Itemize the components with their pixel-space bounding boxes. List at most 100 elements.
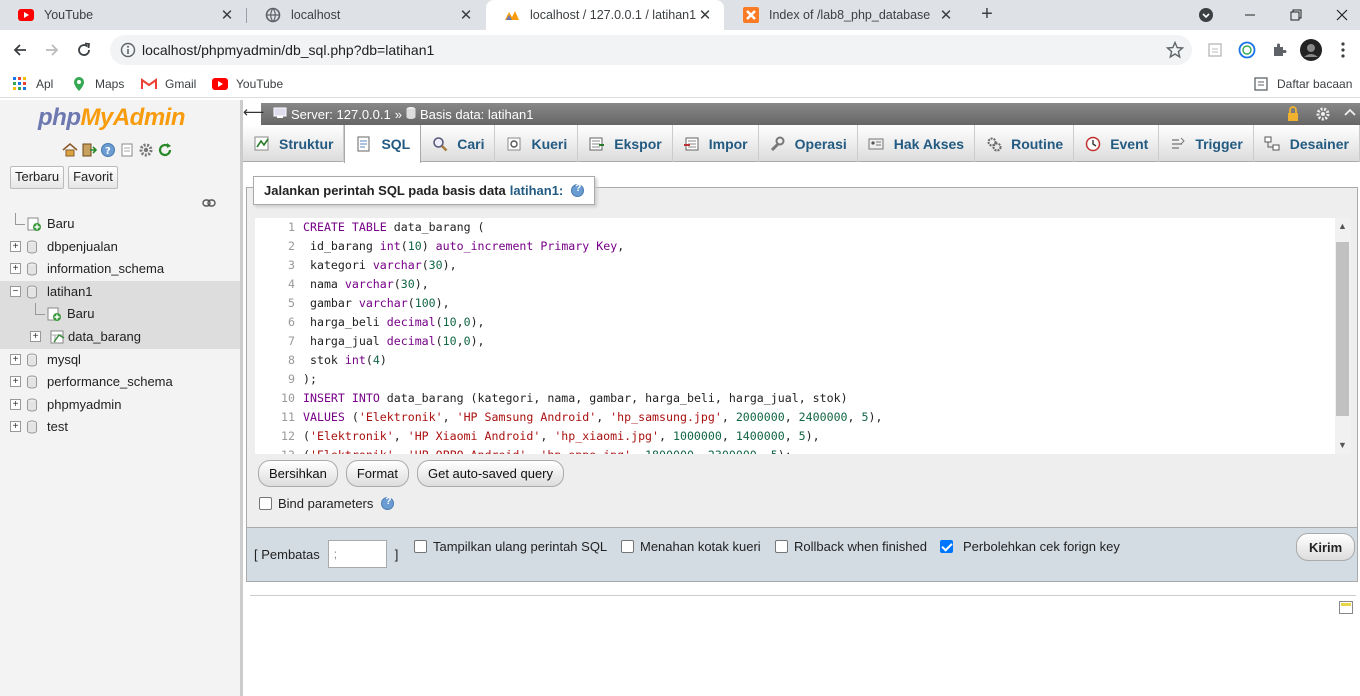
bookmark-youtube[interactable]: YouTube	[212, 74, 283, 94]
link-chain-icon[interactable]	[202, 196, 216, 207]
breadcrumb-server[interactable]: Server: 127.0.0.1	[291, 107, 391, 122]
panel-resizer[interactable]	[240, 100, 243, 696]
show-query-checkbox[interactable]	[414, 540, 427, 553]
tree-node-Baru[interactable]: Baru	[0, 213, 240, 236]
format-button[interactable]: Format	[345, 460, 409, 487]
expand-icon[interactable]: +	[10, 263, 21, 275]
scrollbar-thumb[interactable]	[1336, 242, 1349, 416]
tab-routine[interactable]: Routine	[975, 125, 1075, 162]
logout-icon[interactable]	[81, 142, 98, 158]
collapse-nav-button[interactable]: ⟵	[243, 103, 265, 125]
tab-sql[interactable]: SQL	[344, 125, 422, 163]
tab-trigger[interactable]: Trigger	[1159, 125, 1254, 162]
tree-node-dbpenjualan[interactable]: + dbpenjualan	[0, 236, 240, 259]
forward-button[interactable]	[40, 38, 64, 62]
code-line[interactable]: 8 stok int(4)	[288, 351, 1331, 370]
help-icon[interactable]: ?	[100, 142, 116, 158]
extension-doc-icon[interactable]	[1203, 38, 1227, 62]
expand-icon[interactable]: +	[10, 398, 21, 410]
close-tab-icon[interactable]: ✕	[218, 6, 236, 24]
help-icon[interactable]	[381, 496, 395, 510]
submit-button[interactable]: Kirim	[1296, 533, 1356, 561]
page-settings-gear-icon[interactable]	[1315, 106, 1331, 125]
tab-event[interactable]: Event	[1074, 125, 1160, 162]
reading-list-button[interactable]: Daftar bacaan	[1253, 74, 1352, 94]
docs-icon[interactable]	[119, 142, 135, 158]
scroll-down-arrow-icon[interactable]: ▼	[1338, 440, 1347, 450]
retain-query-box-checkbox[interactable]	[621, 540, 634, 553]
tab-index-lab8[interactable]: Index of /lab8_php_database ✕	[725, 0, 965, 30]
tab-phpmyadmin[interactable]: localhost / 127.0.0.1 / latihan1 | p ✕	[486, 0, 724, 30]
tree-node-mysql[interactable]: + mysql	[0, 349, 240, 372]
expand-icon[interactable]: +	[10, 353, 21, 365]
bookmark-maps[interactable]: Maps	[71, 74, 124, 94]
collapse-menu-icon[interactable]	[1343, 107, 1357, 122]
tab-search-icon[interactable]	[1183, 0, 1229, 30]
expand-icon[interactable]: +	[10, 240, 21, 252]
code-line[interactable]: 7 harga_jual decimal(10,0),	[288, 332, 1331, 351]
tree-node-test[interactable]: + test	[0, 416, 240, 439]
tab-desainer[interactable]: Desainer	[1254, 125, 1360, 162]
new-tab-button[interactable]: +	[976, 3, 998, 27]
breadcrumb-database[interactable]: Basis data: latihan1	[420, 107, 533, 122]
info-icon[interactable]	[120, 42, 136, 61]
reload-button[interactable]	[72, 38, 96, 62]
expand-icon[interactable]: +	[10, 421, 21, 433]
address-bar[interactable]: localhost/phpmyadmin/db_sql.php?db=latih…	[110, 35, 1192, 65]
foreign-key-check-checkbox[interactable]	[940, 540, 953, 553]
close-tab-icon[interactable]: ✕	[696, 6, 714, 24]
code-line[interactable]: 3 kategori varchar(30),	[288, 256, 1331, 275]
back-button[interactable]	[8, 38, 32, 62]
get-autosaved-query-button[interactable]: Get auto-saved query	[416, 460, 565, 487]
legend-database-link[interactable]: latihan1:	[510, 183, 563, 198]
rollback-checkbox[interactable]	[775, 540, 788, 553]
sql-code[interactable]: 1 CREATE TABLE data_barang (2 id_barang i…	[281, 218, 1331, 454]
reload-nav-icon[interactable]	[157, 142, 173, 158]
sql-editor[interactable]: 1 CREATE TABLE data_barang (2 id_barang i…	[255, 218, 1351, 454]
pma-logo[interactable]: phpMyAdmin	[38, 104, 185, 132]
tree-node-data-barang[interactable]: + data_barang	[0, 325, 240, 349]
close-window-button[interactable]	[1319, 0, 1360, 30]
code-line[interactable]: 13('Elektronik', 'HP OPPO Android', 'hp_…	[281, 446, 1331, 454]
bind-parameters-checkbox[interactable]	[259, 497, 272, 510]
bookmark-star-icon[interactable]	[1165, 40, 1185, 62]
code-line[interactable]: 6 harga_beli decimal(10,0),	[288, 313, 1331, 332]
code-line[interactable]: 4 nama varchar(30),	[288, 275, 1331, 294]
recent-tables-button[interactable]: Terbaru	[10, 166, 65, 189]
code-line[interactable]: 9);	[288, 370, 1331, 389]
favorite-tables-button[interactable]: Favorit	[68, 166, 118, 189]
rollback-option[interactable]: Rollback when finished	[775, 539, 927, 554]
tab-operasi[interactable]: Operasi	[759, 125, 858, 162]
tree-node-information-schema[interactable]: + information_schema	[0, 258, 240, 281]
tab-ekspor[interactable]: Ekspor	[578, 125, 673, 162]
console-toggle-icon[interactable]	[1339, 601, 1353, 614]
code-line[interactable]: 12 ('Elektronik', 'HP Xiaomi Android', 'h…	[281, 427, 1331, 446]
profile-avatar[interactable]	[1299, 38, 1323, 62]
close-tab-icon[interactable]: ✕	[457, 6, 475, 24]
bookmark-gmail[interactable]: Gmail	[141, 74, 196, 94]
expand-icon[interactable]: +	[10, 376, 21, 388]
tab-youtube[interactable]: YouTube ✕	[0, 0, 246, 30]
close-tab-icon[interactable]: ✕	[937, 6, 955, 24]
tab-kueri[interactable]: Kueri	[495, 125, 579, 162]
code-line[interactable]: 10 INSERT INTO data_barang (kategori, nam…	[281, 389, 1331, 408]
minimize-button[interactable]	[1227, 0, 1273, 30]
restore-button[interactable]	[1273, 0, 1319, 30]
menu-kebab-icon[interactable]	[1331, 38, 1355, 62]
bookmark-apps[interactable]: Apl	[12, 74, 53, 94]
code-line[interactable]: 1 CREATE TABLE data_barang (	[288, 218, 1331, 237]
clear-button[interactable]: Bersihkan	[258, 460, 338, 487]
help-icon[interactable]	[571, 183, 585, 197]
tree-node-Baru[interactable]: Baru	[0, 303, 240, 326]
tree-node-performance-schema[interactable]: + performance_schema	[0, 371, 240, 394]
tree-node-latihan1[interactable]: − latihan1	[0, 280, 240, 304]
tab-impor[interactable]: Impor	[673, 125, 759, 162]
tab-hak-akses[interactable]: Hak Akses	[858, 125, 976, 162]
extensions-puzzle-icon[interactable]	[1267, 38, 1291, 62]
tab-struktur[interactable]: Struktur	[243, 125, 345, 162]
extension-circle-icon[interactable]	[1235, 38, 1259, 62]
code-line[interactable]: 11 VALUES ('Elektronik', 'HP Samsung Andr…	[281, 408, 1331, 427]
tree-node-phpmyadmin[interactable]: + phpmyadmin	[0, 394, 240, 417]
home-icon[interactable]	[62, 142, 78, 158]
code-line[interactable]: 5 gambar varchar(100),	[288, 294, 1331, 313]
